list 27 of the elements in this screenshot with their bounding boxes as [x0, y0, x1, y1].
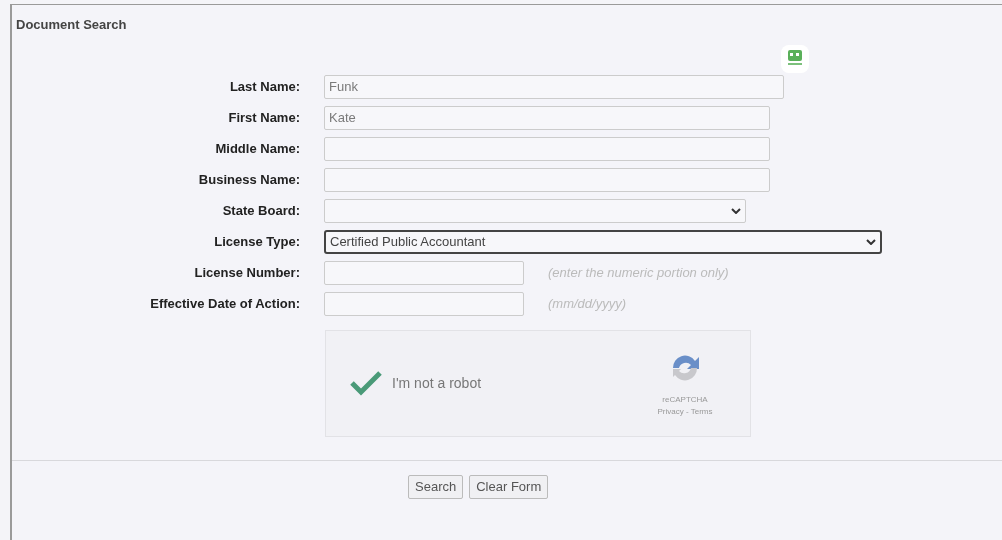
field-label: Effective Date of Action: [149, 294, 301, 313]
form-button[interactable]: Search [408, 474, 464, 499]
field-label: Last Name: [228, 77, 301, 96]
field-label: Business Name: [197, 170, 301, 189]
field-hint: (mm/dd/yyyy) [548, 294, 626, 313]
field-label: License Number: [193, 263, 301, 282]
captcha-brand: reCAPTCHA [662, 394, 708, 406]
input-field[interactable] [324, 136, 770, 161]
input-field[interactable]: Funk [324, 74, 784, 99]
input-field[interactable]: Kate [324, 105, 770, 130]
form-button[interactable]: Clear Form [469, 474, 549, 499]
input-field[interactable] [324, 260, 524, 285]
select-field[interactable]: Certified Public Accountant [324, 229, 882, 254]
chevron-down-icon [731, 207, 741, 214]
select-field[interactable] [324, 198, 746, 223]
field-hint: (enter the numeric portion only) [548, 263, 729, 282]
field-label: First Name: [227, 108, 301, 127]
chevron-down-icon [866, 238, 876, 245]
panel-title: Document Search [16, 16, 127, 34]
captcha-label: I'm not a robot [392, 373, 482, 393]
field-label: Middle Name: [214, 139, 301, 158]
captcha-links: Privacy - Terms [657, 406, 713, 418]
input-field[interactable] [324, 167, 770, 192]
password-manager-icon[interactable] [780, 44, 810, 74]
field-label: State Board: [221, 201, 301, 220]
input-field[interactable] [324, 291, 524, 316]
field-label: License Type: [213, 232, 301, 251]
